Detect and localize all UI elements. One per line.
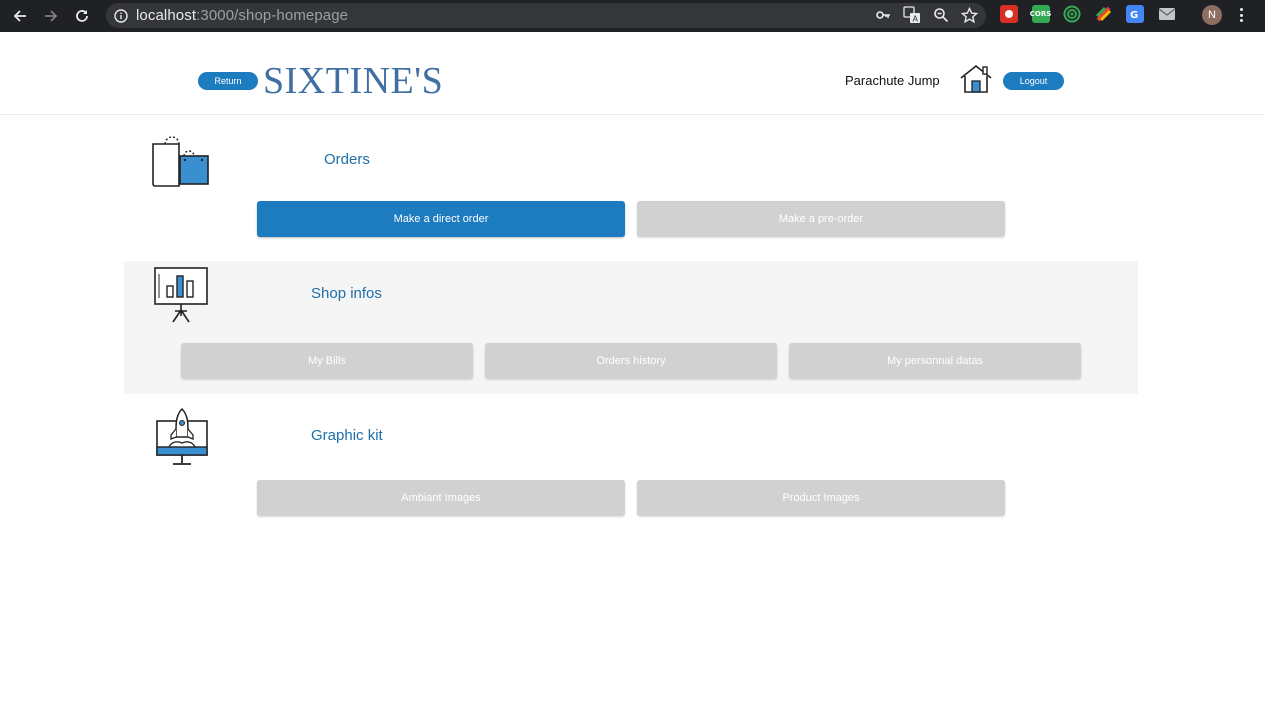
key-icon[interactable] xyxy=(875,7,891,23)
my-bills-button[interactable]: My Bills xyxy=(181,343,473,379)
extension-cors-icon[interactable]: CORS xyxy=(1030,5,1051,23)
url-host: localhost xyxy=(136,7,197,24)
reload-button[interactable] xyxy=(69,3,95,29)
address-bar[interactable]: localhost:3000/shop-homepage A xyxy=(106,3,986,28)
personal-data-button[interactable]: My personnal datas xyxy=(789,343,1081,379)
svg-text:G: G xyxy=(1130,10,1138,20)
extension-target-icon[interactable] xyxy=(1063,5,1081,23)
browser-toolbar: localhost:3000/shop-homepage A CORS G N xyxy=(0,0,1265,32)
forward-button[interactable] xyxy=(38,3,64,29)
svg-text:A: A xyxy=(913,15,919,24)
logout-button[interactable]: Logout xyxy=(1003,72,1064,90)
extension-google-translate-icon[interactable]: G xyxy=(1126,5,1144,23)
url-text: localhost:3000/shop-homepage xyxy=(136,7,348,24)
bookmark-star-icon[interactable] xyxy=(961,6,978,24)
rocket-monitor-icon xyxy=(156,407,208,465)
home-icon[interactable] xyxy=(958,64,994,94)
arrow-left-icon xyxy=(13,10,26,22)
extensions-bar: CORS G xyxy=(1000,5,1189,23)
direct-order-button[interactable]: Make a direct order xyxy=(257,201,625,237)
shopping-bags-icon xyxy=(152,136,209,187)
return-button[interactable]: Return xyxy=(198,72,258,90)
app-header: Return SIXTINE'S Parachute Jump Logout xyxy=(0,32,1265,115)
product-images-button[interactable]: Product Images xyxy=(637,480,1005,516)
profile-avatar[interactable]: N xyxy=(1202,5,1222,25)
orders-title: Orders xyxy=(324,151,370,168)
orders-history-button[interactable]: Orders history xyxy=(485,343,777,379)
ambiant-images-button[interactable]: Ambiant Images xyxy=(257,480,625,516)
extension-red-icon[interactable] xyxy=(1000,5,1018,23)
url-path: :3000/shop-homepage xyxy=(196,7,349,24)
graphic-kit-title: Graphic kit xyxy=(311,427,383,444)
pre-order-button[interactable]: Make a pre-order xyxy=(637,201,1005,237)
shop-name: Parachute Jump xyxy=(845,73,940,88)
brand-logo: SIXTINE'S xyxy=(263,60,444,102)
zoom-icon[interactable] xyxy=(933,7,949,23)
translate-icon[interactable]: A xyxy=(903,6,921,24)
arrow-right-icon xyxy=(45,10,58,22)
shop-infos-title: Shop infos xyxy=(311,285,382,302)
extension-color-icon[interactable] xyxy=(1095,5,1113,23)
presentation-chart-icon xyxy=(154,267,208,323)
omnibox-actions: A xyxy=(875,6,978,24)
reload-icon xyxy=(76,10,88,22)
extension-mail-icon[interactable] xyxy=(1158,5,1176,23)
info-icon xyxy=(114,8,128,23)
back-button[interactable] xyxy=(7,3,33,29)
browser-menu-icon[interactable] xyxy=(1238,6,1244,24)
